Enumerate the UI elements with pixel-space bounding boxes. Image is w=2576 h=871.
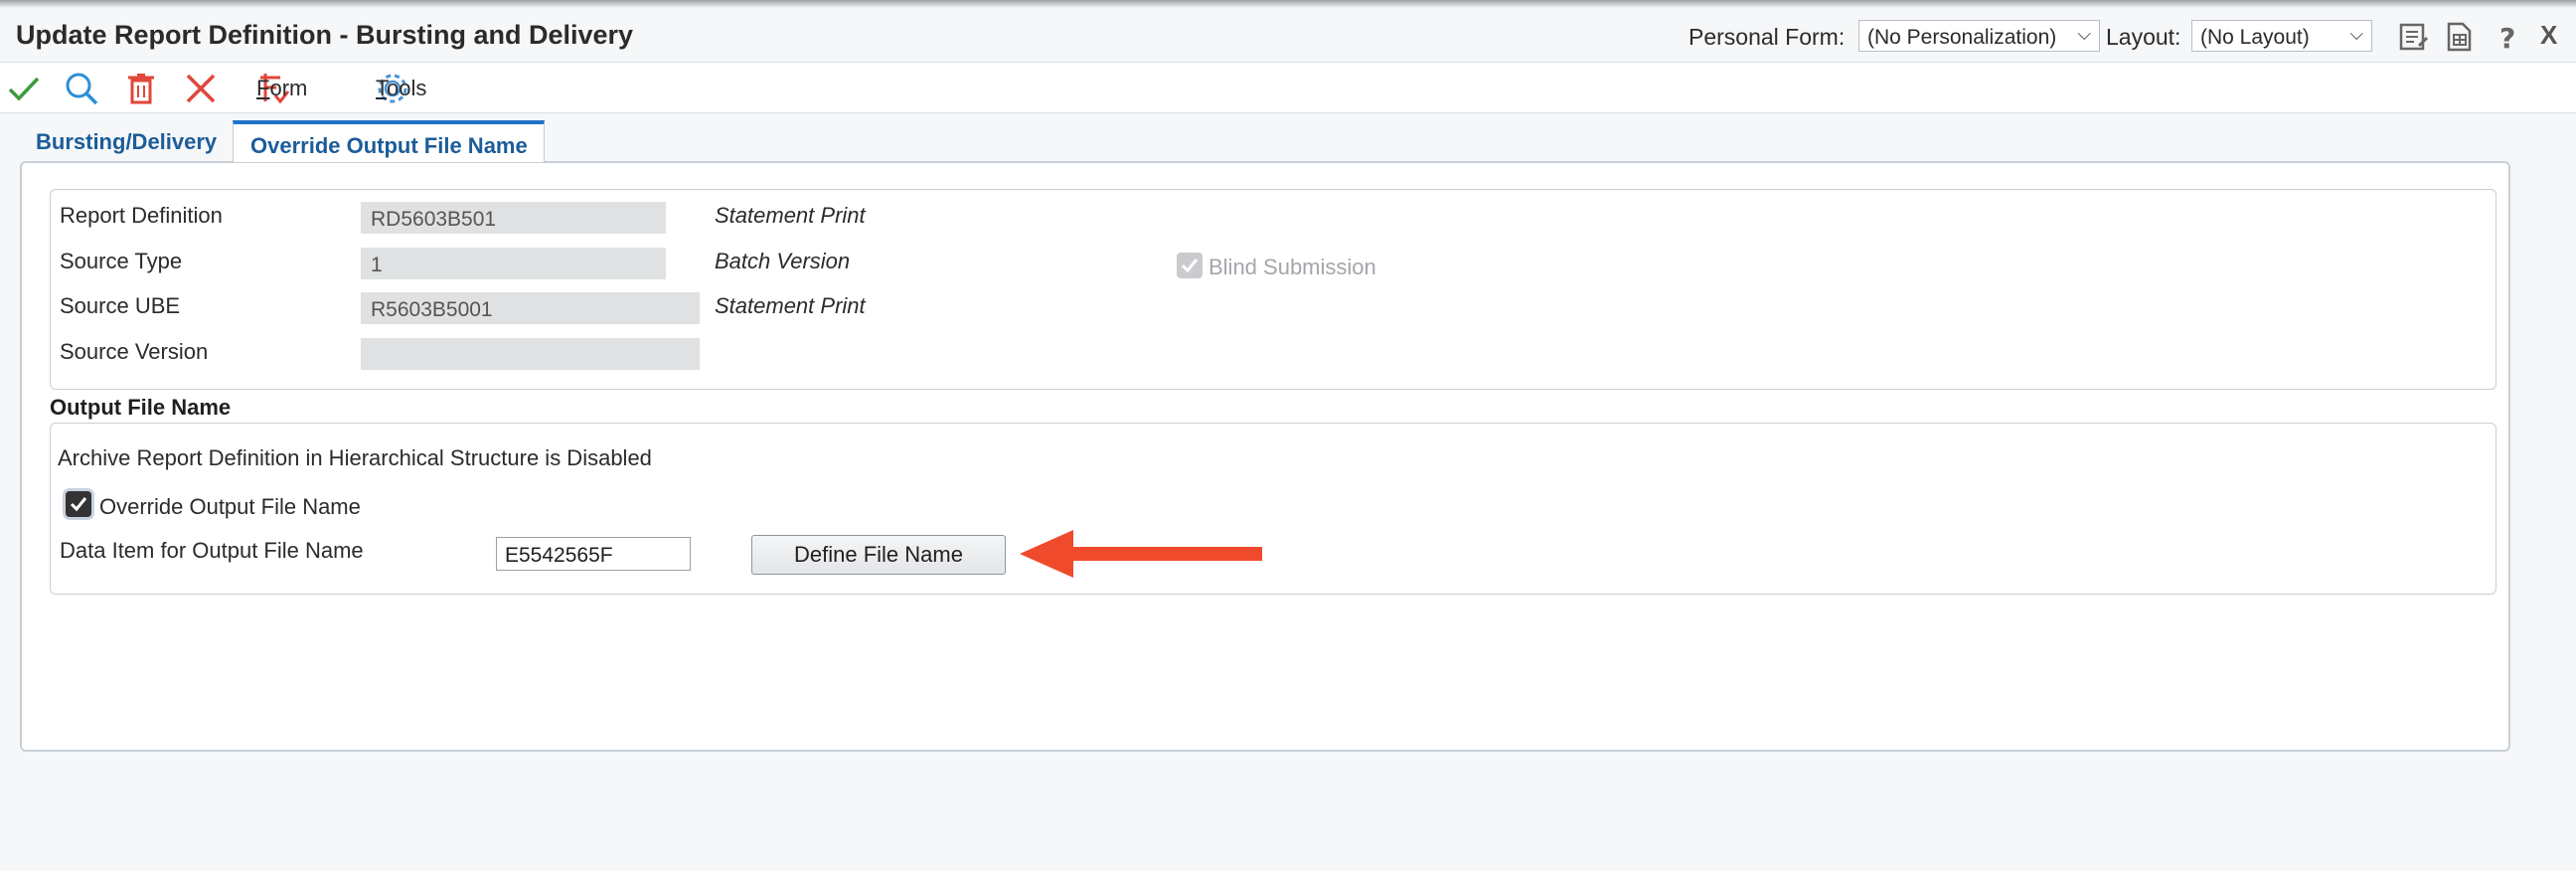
notes-icon[interactable] [2397,20,2431,54]
source-type-description: Batch Version [715,249,851,273]
annotation-arrow-icon [1020,530,1262,578]
toolbar: Form Tools [0,62,2576,113]
search-icon [66,73,98,105]
form-menu[interactable]: Form [256,71,307,106]
trash-icon [128,74,154,104]
tools-menu[interactable]: Tools [376,71,426,106]
tab-bursting-delivery[interactable]: Bursting/Delivery [36,129,217,155]
check-icon [8,77,40,101]
personal-form-label: Personal Form: [1689,24,1846,50]
form-menu-label: Form [256,76,308,100]
window-top-shadow [0,0,2576,8]
blind-submission-label: Blind Submission [1208,255,1376,279]
page-title: Update Report Definition - Bursting and … [16,20,634,50]
personal-form-select[interactable]: (No Personalization) ⌵ [1858,20,2100,52]
source-type-label: Source Type [60,249,183,273]
source-version-label: Source Version [60,339,209,364]
delete-button[interactable] [123,71,159,106]
add-attachment-icon[interactable] [2443,20,2477,54]
check-icon [1181,259,1199,273]
archive-note: Archive Report Definition in Hierarchica… [58,445,652,470]
find-button[interactable] [64,71,99,106]
check-icon [70,497,87,512]
source-version-field [361,338,700,370]
close-button[interactable]: X [2540,20,2557,51]
output-file-name-heading: Output File Name [50,395,232,420]
tools-menu-label: Tools [376,76,427,100]
chevron-down-icon: ⌵ [2077,24,2091,44]
close-icon [186,74,216,103]
cancel-button[interactable] [183,71,219,106]
override-output-label[interactable]: Override Output File Name [99,494,361,520]
define-file-name-button[interactable]: Define File Name [751,535,1006,575]
ok-button[interactable] [6,71,42,106]
source-ube-description: Statement Print [715,293,866,318]
report-definition-description: Statement Print [715,203,866,228]
layout-select[interactable]: (No Layout) ⌵ [2191,20,2372,52]
svg-text:?: ? [2499,22,2515,54]
source-ube-label: Source UBE [60,293,181,318]
personal-form-value: (No Personalization) [1867,26,2057,49]
data-item-input[interactable]: E5542565F [496,537,691,571]
override-output-checkbox[interactable] [66,491,91,517]
title-bar: Update Report Definition - Bursting and … [0,8,2576,62]
source-ube-field: R5603B5001 [361,292,700,324]
report-definition-field: RD5603B501 [361,202,666,234]
layout-label: Layout: [2106,24,2181,50]
source-type-field: 1 [361,248,666,279]
report-definition-label: Report Definition [60,203,223,228]
chevron-down-icon: ⌵ [2349,24,2363,44]
tab-override-output-file-name[interactable]: Override Output File Name [233,120,545,162]
blind-submission-checkbox [1177,253,1203,278]
layout-value: (No Layout) [2200,26,2310,49]
data-item-label: Data Item for Output File Name [60,538,364,563]
help-icon[interactable]: ? [2491,20,2524,55]
